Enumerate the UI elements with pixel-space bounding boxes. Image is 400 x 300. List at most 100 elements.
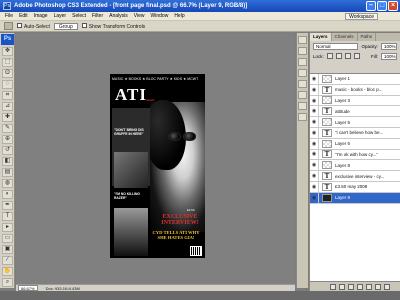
crop-tool-icon[interactable]: ⌗ bbox=[2, 91, 13, 100]
layer-row[interactable]: ◉ Tmusic - books - bloc p... bbox=[310, 84, 400, 96]
lasso-tool-icon[interactable]: ʘ bbox=[2, 69, 13, 78]
quick-select-tool-icon[interactable]: ◌ bbox=[2, 80, 13, 89]
shape-tool-icon[interactable]: ▭ bbox=[2, 234, 13, 243]
tab-channels[interactable]: Channels bbox=[332, 33, 358, 41]
gradient-tool-icon[interactable]: ▤ bbox=[2, 168, 13, 177]
photoshop-app-icon: Ps bbox=[3, 2, 11, 10]
layer-row[interactable]: ◉ T "I'm ok with how cy..." bbox=[310, 149, 400, 161]
opacity-field[interactable]: 100% bbox=[381, 42, 397, 50]
layer-row[interactable]: ◉ Layer 5 bbox=[310, 117, 400, 128]
notes-tool-icon[interactable]: ▣ bbox=[2, 245, 13, 254]
text-layer-thumbnail-icon: T bbox=[322, 107, 332, 116]
menu-filter[interactable]: Filter bbox=[89, 13, 106, 19]
eraser-tool-icon[interactable]: ◧ bbox=[2, 157, 13, 166]
layer-style-icon[interactable] bbox=[339, 283, 345, 290]
layer-row[interactable]: ◉ T £3.50 may 2008 bbox=[310, 181, 400, 193]
visibility-eye-icon[interactable]: ◉ bbox=[310, 74, 319, 84]
lock-all-icon[interactable] bbox=[353, 53, 360, 59]
layer-row[interactable]: ◉ Layer 3 bbox=[310, 95, 400, 107]
marquee-tool-icon[interactable]: ⬚ bbox=[2, 58, 13, 67]
visibility-eye-icon[interactable]: ◉ bbox=[310, 149, 319, 160]
move-tool-icon[interactable]: ✥ bbox=[2, 47, 13, 56]
layer-row[interactable]: ◉ T "i can't believe how be... bbox=[310, 127, 400, 139]
tab-layers[interactable]: Layers bbox=[310, 33, 332, 41]
status-bar: 66.67% Doc: 933.1K/4.43M bbox=[16, 284, 295, 291]
fill-field[interactable]: 100% bbox=[381, 52, 397, 60]
close-icon[interactable]: × bbox=[388, 1, 398, 11]
brush-tool-icon[interactable]: ✎ bbox=[2, 124, 13, 133]
lock-position-icon[interactable] bbox=[344, 53, 351, 59]
adjustment-layer-icon[interactable] bbox=[357, 283, 363, 290]
lock-transparency-icon[interactable] bbox=[326, 53, 333, 59]
styles-icon[interactable] bbox=[298, 91, 307, 99]
lock-pixels-icon[interactable] bbox=[335, 53, 342, 59]
navigator-icon[interactable] bbox=[298, 36, 307, 44]
visibility-eye-icon[interactable]: ◉ bbox=[310, 127, 319, 138]
zoom-tool-icon[interactable]: ⌕ bbox=[2, 278, 13, 287]
swatches-icon[interactable] bbox=[298, 80, 307, 88]
new-group-icon[interactable] bbox=[366, 283, 372, 290]
layer-mask-icon[interactable] bbox=[348, 283, 354, 290]
auto-select-dropdown[interactable]: Group bbox=[53, 22, 78, 30]
visibility-eye-icon[interactable]: ◉ bbox=[310, 181, 319, 192]
blend-mode-select[interactable]: Normal bbox=[313, 42, 359, 50]
actions-icon[interactable] bbox=[298, 113, 307, 121]
layer-row[interactable]: ◉ Layer 9 bbox=[310, 192, 400, 204]
stamp-tool-icon[interactable]: ⊕ bbox=[2, 135, 13, 144]
histogram-icon[interactable] bbox=[298, 47, 307, 55]
show-transform-checkbox[interactable]: Show Transform Controls bbox=[81, 22, 145, 30]
hand-tool-icon[interactable]: ✋ bbox=[2, 267, 13, 276]
menu-help[interactable]: Help bbox=[171, 13, 187, 19]
menu-window[interactable]: Window bbox=[148, 13, 172, 19]
minimize-icon[interactable]: – bbox=[366, 1, 376, 11]
doc-size[interactable]: Doc: 933.1K/4.43M bbox=[46, 286, 80, 291]
fill-label: Fill: bbox=[371, 53, 378, 59]
type-tool-icon[interactable]: T bbox=[2, 212, 13, 221]
slice-tool-icon[interactable]: ⊿ bbox=[2, 102, 13, 111]
layer-row[interactable]: ◉ Texclusive interview - cy... bbox=[310, 171, 400, 182]
path-select-tool-icon[interactable]: ▸ bbox=[2, 223, 13, 232]
menu-analysis[interactable]: Analysis bbox=[106, 13, 131, 19]
workspace-button[interactable]: Workspace bbox=[345, 13, 378, 20]
menu-select[interactable]: Select bbox=[69, 13, 89, 19]
dodge-tool-icon[interactable]: ◐ bbox=[2, 190, 13, 199]
visibility-eye-icon[interactable]: ◉ bbox=[310, 171, 319, 182]
visibility-eye-icon[interactable]: ◉ bbox=[310, 95, 319, 106]
link-layers-icon[interactable] bbox=[330, 283, 336, 290]
visibility-eye-icon[interactable]: ◉ bbox=[310, 192, 319, 203]
visibility-eye-icon[interactable]: ◉ bbox=[310, 106, 319, 117]
delete-layer-icon[interactable] bbox=[384, 283, 390, 290]
move-tool-preset-icon[interactable] bbox=[4, 22, 13, 30]
visibility-eye-icon[interactable]: ◉ bbox=[310, 160, 319, 171]
history-icon[interactable] bbox=[298, 102, 307, 110]
history-brush-tool-icon[interactable]: ↺ bbox=[2, 146, 13, 155]
visibility-eye-icon[interactable]: ◉ bbox=[310, 138, 319, 149]
menu-layer[interactable]: Layer bbox=[51, 13, 70, 19]
menu-view[interactable]: View bbox=[131, 13, 148, 19]
layers-panel-footer bbox=[310, 281, 400, 291]
magazine-cover-document[interactable]: MUSIC ★ BOOKS ★ BLOC PARTY ★ KIDS ★ MCWT… bbox=[110, 74, 205, 258]
layer-row[interactable]: ◉ Layer 6 bbox=[310, 138, 400, 150]
pen-tool-icon[interactable]: ✒ bbox=[2, 201, 13, 210]
layer-row[interactable]: ◉ Tattitude bbox=[310, 106, 400, 118]
layer-thumbnail bbox=[322, 96, 332, 105]
tab-paths[interactable]: Paths bbox=[358, 33, 377, 41]
layer-row[interactable]: ◉ Layer 1 bbox=[310, 74, 400, 85]
blur-tool-icon[interactable]: ◍ bbox=[2, 179, 13, 188]
visibility-eye-icon[interactable]: ◉ bbox=[310, 117, 319, 128]
menu-file[interactable]: File bbox=[2, 13, 16, 19]
canvas-area[interactable]: MUSIC ★ BOOKS ★ BLOC PARTY ★ KIDS ★ MCWT… bbox=[16, 33, 295, 284]
info-icon[interactable] bbox=[298, 58, 307, 66]
menu-edit[interactable]: Edit bbox=[16, 13, 31, 19]
color-icon[interactable] bbox=[298, 69, 307, 77]
layer-row[interactable]: ◉ Layer 8 bbox=[310, 160, 400, 172]
layer-thumbnail bbox=[322, 118, 332, 127]
visibility-eye-icon[interactable]: ◉ bbox=[310, 84, 319, 95]
options-bar: Auto-Select Group Show Transform Control… bbox=[0, 21, 400, 32]
auto-select-checkbox[interactable]: Auto-Select bbox=[17, 22, 50, 30]
eyedropper-tool-icon[interactable]: ⁄ bbox=[2, 256, 13, 265]
maximize-icon[interactable]: □ bbox=[377, 1, 387, 11]
healing-tool-icon[interactable]: ✚ bbox=[2, 113, 13, 122]
new-layer-icon[interactable] bbox=[375, 283, 381, 290]
menu-image[interactable]: Image bbox=[31, 13, 51, 19]
